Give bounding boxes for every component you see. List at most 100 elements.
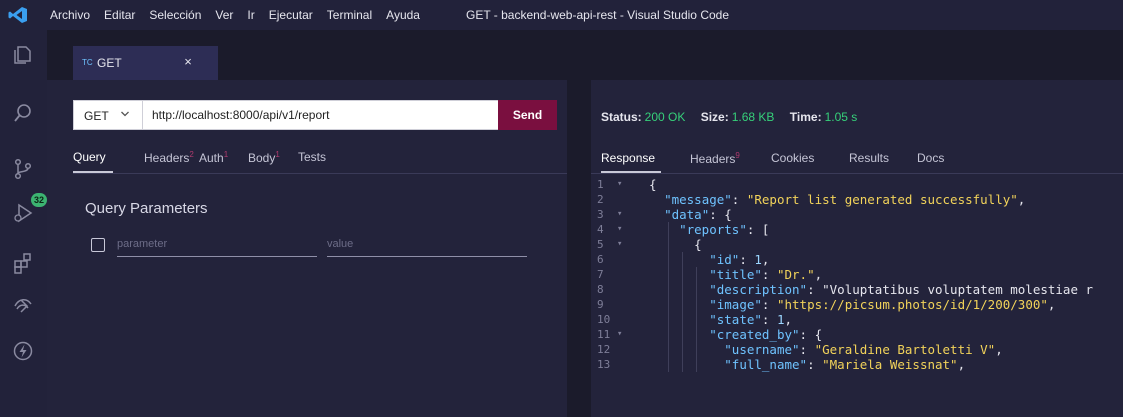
fold-chevron-icon[interactable]: ▾ [617, 239, 622, 249]
method-select[interactable]: GET [84, 109, 109, 123]
code-line: 13 "full_name": "Mariela Weissnat", [591, 357, 1123, 372]
line-number: 9 [597, 298, 604, 311]
param-name-input[interactable]: parameter [117, 238, 317, 257]
code-line: 3 ▾ "data": { [591, 207, 1123, 222]
tab-label: Results [849, 151, 890, 165]
code-text: { [649, 177, 657, 192]
tab-response-cookies[interactable]: Cookies [771, 151, 814, 165]
url-input[interactable]: http://localhost:8000/api/v1/report [152, 108, 329, 122]
run-debug-icon[interactable] [11, 202, 35, 226]
param-value-input[interactable]: value [327, 238, 527, 257]
menu-item-6[interactable]: Terminal [327, 8, 372, 22]
pane-divider[interactable] [567, 80, 591, 417]
tab-count-badge: 9 [735, 151, 740, 160]
size-label: Size: [700, 110, 729, 124]
thunder-client-tab-icon: TC [82, 58, 93, 67]
tab-request-headers[interactable]: Headers2 [144, 150, 194, 165]
line-number: 8 [597, 283, 604, 296]
tab-label: Response [601, 151, 656, 165]
line-number: 10 [597, 313, 611, 326]
extensions-icon[interactable] [11, 252, 35, 276]
code-line: 10 "state": 1, [591, 312, 1123, 327]
tab-label: Cookies [771, 151, 815, 165]
menu-item-7[interactable]: Ayuda [386, 8, 420, 22]
fold-chevron-icon[interactable]: ▾ [617, 329, 622, 339]
explorer-icon[interactable] [11, 44, 35, 68]
menu-item-0[interactable]: Archivo [50, 8, 90, 22]
line-number: 11 [597, 328, 611, 341]
activity-bar: 32 [0, 30, 47, 417]
response-status-line: Status: 200 OK Size: 1.68 KB Time: 1.05 s [601, 110, 869, 124]
url-divider [142, 101, 143, 129]
response-tabs-divider [591, 173, 1123, 174]
tab-label: Docs [917, 151, 945, 165]
code-text: "image": "https://picsum.photos/id/1/200… [709, 297, 1056, 312]
fold-chevron-icon[interactable]: ▾ [617, 179, 622, 189]
menu-item-2[interactable]: Selección [149, 8, 201, 22]
vscode-window: Archivo Editar Selección Ver Ir Ejecutar Termi… [0, 0, 1123, 417]
line-number: 1 [597, 178, 604, 191]
tab-label: Headers [144, 151, 190, 165]
request-pane: GET http://localhost:8000/api/v1/report … [47, 80, 567, 417]
tab-response-docs[interactable]: Docs [917, 151, 944, 165]
line-number: 6 [597, 253, 604, 266]
vscode-logo-icon [8, 6, 28, 24]
tab-get[interactable]: TC GET × [73, 46, 218, 80]
code-line: 1 ▾ { [591, 177, 1123, 192]
code-line: 4 ▾ "reports": [ [591, 222, 1123, 237]
send-button[interactable]: Send [498, 100, 557, 130]
line-number: 5 [597, 238, 604, 251]
code-text: { [649, 237, 702, 252]
response-pane: Status: 200 OK Size: 1.68 KB Time: 1.05 s R… [591, 80, 1123, 417]
request-tabs: Query Headers2 Auth1 Body1 Tests [73, 150, 553, 172]
tab-count-badge: 1 [223, 150, 229, 159]
param-checkbox[interactable] [91, 238, 105, 252]
indent-guide [668, 222, 669, 372]
time-label: Time: [789, 110, 822, 124]
tab-label: Tests [298, 150, 327, 164]
code-text: "username": "Geraldine Bartoletti V", [724, 342, 1003, 357]
fold-chevron-icon[interactable]: ▾ [617, 209, 622, 219]
menu-item-5[interactable]: Ejecutar [269, 8, 313, 22]
indent-guide [696, 267, 697, 372]
tab-count-badge: 1 [275, 150, 280, 159]
line-number: 12 [597, 343, 611, 356]
source-control-icon[interactable] [11, 158, 35, 182]
fold-chevron-icon[interactable]: ▾ [617, 224, 622, 234]
chevron-down-icon[interactable] [120, 107, 130, 124]
status-label: Status: [601, 110, 642, 124]
code-line: 7 "title": "Dr.", [591, 267, 1123, 282]
tab-request-tests[interactable]: Tests [298, 150, 326, 164]
response-tabs: Response Headers9 Cookies Results Docs [601, 151, 1121, 173]
remote-icon[interactable] [11, 294, 35, 318]
tab-request-auth[interactable]: Auth1 [199, 150, 228, 165]
thunder-client-icon[interactable] [11, 340, 35, 364]
tab-request-query[interactable]: Query [73, 150, 106, 164]
tab-count-badge: 2 [189, 150, 194, 159]
tab-label: Auth [199, 151, 224, 165]
line-number: 3 [597, 208, 604, 221]
tab-label: Query [73, 150, 106, 164]
code-text: "state": 1, [709, 312, 793, 327]
menu-item-1[interactable]: Editar [104, 8, 135, 22]
code-line: 8 "description": "Voluptatibus voluptate… [591, 282, 1123, 297]
response-body-editor[interactable]: 1 ▾ {2 "message": "Report list generated s… [591, 177, 1123, 417]
close-icon[interactable]: × [179, 53, 197, 71]
editor-tab-bar: TC GET × [47, 46, 1123, 80]
search-icon[interactable] [11, 102, 35, 126]
code-text: "data": { [664, 207, 732, 222]
tab-request-body[interactable]: Body1 [248, 150, 280, 165]
tab-label: Body [248, 151, 276, 165]
status-value: 200 OK [644, 110, 686, 124]
query-parameters-title: Query Parameters [85, 200, 208, 217]
size-value: 1.68 KB [731, 110, 775, 124]
code-line: 11 ▾ "created_by": { [591, 327, 1123, 342]
code-text: "title": "Dr.", [709, 267, 823, 282]
menu-item-3[interactable]: Ver [215, 8, 233, 22]
tab-response-headers[interactable]: Headers9 [690, 151, 740, 166]
menu-item-4[interactable]: Ir [247, 8, 254, 22]
tab-label: Headers [690, 152, 736, 166]
tab-response-response[interactable]: Response [601, 151, 655, 165]
time-value: 1.05 s [824, 110, 858, 124]
tab-response-results[interactable]: Results [849, 151, 889, 165]
